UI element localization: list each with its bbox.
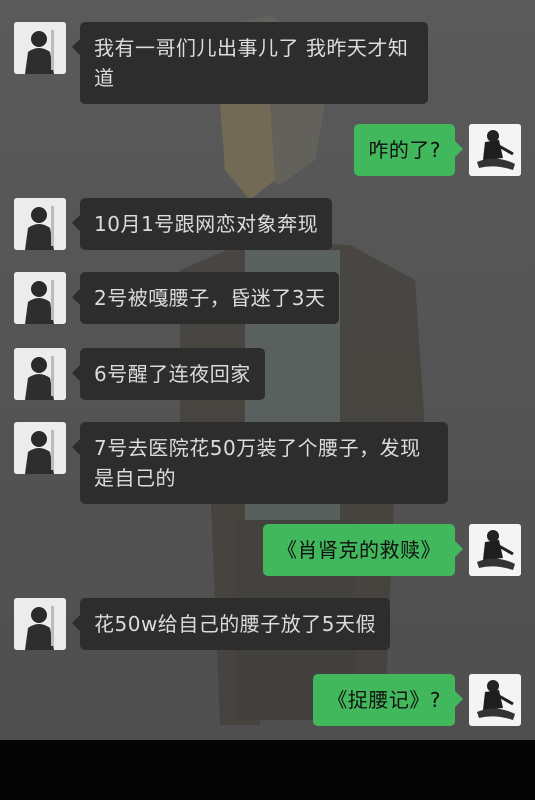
chat-screen: 我有一哥们儿出事儿了 我昨天才知道 咋的了? 10月1号跟网恋对象奔现 2号被嘎… bbox=[0, 0, 535, 740]
chat-message[interactable]: 《捉腰记》? bbox=[313, 674, 521, 726]
chat-message[interactable]: 10月1号跟网恋对象奔现 bbox=[14, 198, 333, 250]
chat-message[interactable]: 我有一哥们儿出事儿了 我昨天才知道 bbox=[14, 22, 428, 104]
user-avatar[interactable] bbox=[469, 124, 521, 176]
incoming-message-bubble[interactable]: 2号被嘎腰子，昏迷了3天 bbox=[71, 272, 340, 324]
friend-avatar[interactable] bbox=[14, 272, 66, 324]
friend-avatar[interactable] bbox=[14, 198, 66, 250]
chat-message[interactable]: 《肖肾克的救赎》 bbox=[263, 524, 521, 576]
outgoing-message-bubble[interactable]: 咋的了? bbox=[354, 124, 463, 176]
chat-message[interactable]: 6号醒了连夜回家 bbox=[14, 348, 265, 400]
bottom-black-bar bbox=[0, 740, 535, 800]
chat-message[interactable]: 花50w给自己的腰子放了5天假 bbox=[14, 598, 391, 650]
friend-avatar[interactable] bbox=[14, 422, 66, 474]
incoming-message-bubble[interactable]: 我有一哥们儿出事儿了 我昨天才知道 bbox=[72, 22, 428, 104]
incoming-message-bubble[interactable]: 10月1号跟网恋对象奔现 bbox=[71, 198, 333, 250]
incoming-message-bubble[interactable]: 7号去医院花50万装了个腰子，发现是自己的 bbox=[72, 422, 448, 504]
friend-avatar[interactable] bbox=[14, 598, 66, 650]
incoming-message-bubble[interactable]: 花50w给自己的腰子放了5天假 bbox=[71, 598, 391, 650]
friend-avatar[interactable] bbox=[14, 348, 66, 400]
chat-message[interactable]: 7号去医院花50万装了个腰子，发现是自己的 bbox=[14, 422, 448, 504]
user-avatar[interactable] bbox=[469, 674, 521, 726]
friend-avatar[interactable] bbox=[14, 22, 66, 74]
outgoing-message-bubble[interactable]: 《捉腰记》? bbox=[313, 674, 463, 726]
chat-message[interactable]: 2号被嘎腰子，昏迷了3天 bbox=[14, 272, 340, 324]
user-avatar[interactable] bbox=[469, 524, 521, 576]
chat-message[interactable]: 咋的了? bbox=[354, 124, 521, 176]
incoming-message-bubble[interactable]: 6号醒了连夜回家 bbox=[72, 348, 265, 400]
outgoing-message-bubble[interactable]: 《肖肾克的救赎》 bbox=[263, 524, 463, 576]
